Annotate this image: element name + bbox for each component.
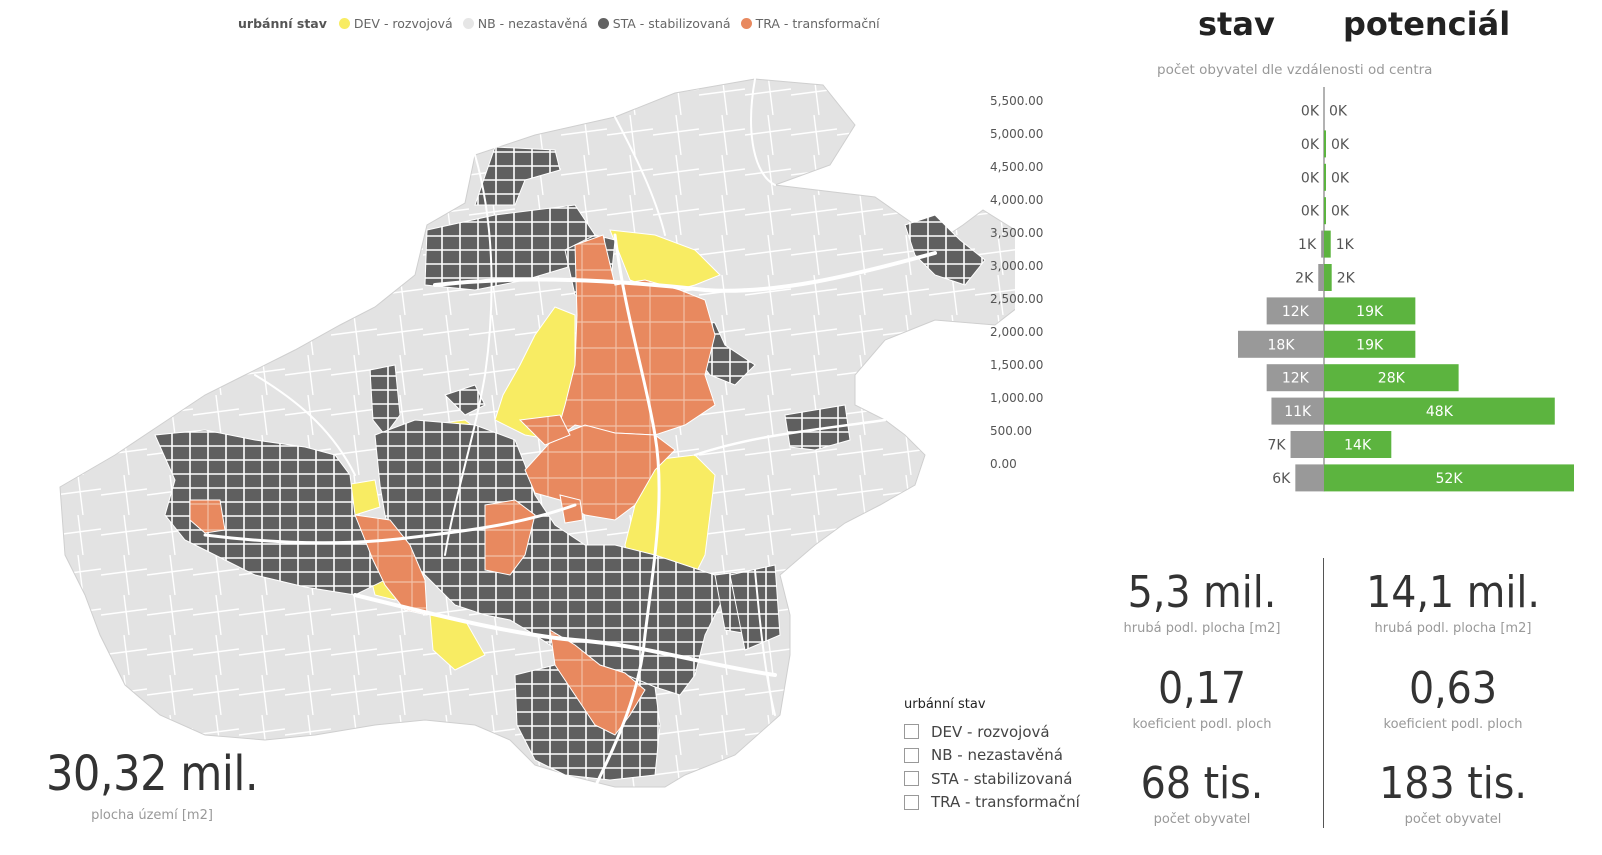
checkbox[interactable] [904, 794, 919, 810]
label-stav: 18K [1268, 337, 1296, 353]
kpi-value: 183 tis. [1379, 758, 1527, 809]
bar-potencial[interactable] [1324, 230, 1331, 258]
label-potencial: 0K [1331, 137, 1350, 153]
bar-potencial[interactable] [1324, 197, 1326, 225]
label-stav: 6K [1272, 471, 1291, 487]
label-potencial: 1K [1336, 237, 1355, 253]
slicer-option-label: NB - nezastavěná [931, 746, 1063, 765]
population-distance-chart[interactable]: 0K 0K 0K 0K 0K 0K 0K 0K 1K 1K 2K 2K 12K 19K 18K 19K 12K 2… [0, 0, 1602, 500]
kpi-value: 14,1 mil. [1366, 567, 1540, 618]
slicer-option-label: STA - stabilizovaná [931, 769, 1073, 788]
label-potencial: 52K [1436, 471, 1464, 487]
slicer-option-sta[interactable]: STA - stabilizovaná [904, 767, 1080, 791]
bar-stav[interactable] [1290, 431, 1324, 458]
bar-potencial[interactable] [1324, 163, 1326, 191]
kpi-label: koeficient podl. ploch [1132, 717, 1272, 732]
kpi-label: hrubá podl. plocha [m2] [1374, 621, 1532, 636]
bar-stav[interactable] [1321, 230, 1324, 258]
slicer-title: urbánní stav [904, 697, 986, 712]
checkbox[interactable] [904, 747, 919, 763]
label-potencial: 14K [1344, 438, 1372, 454]
label-stav: 0K [1301, 104, 1320, 120]
label-potencial: 19K [1356, 337, 1384, 353]
label-stav: 2K [1295, 271, 1314, 287]
bar-stav[interactable] [1295, 464, 1324, 492]
kpi-label: hrubá podl. plocha [m2] [1123, 621, 1281, 636]
label-potencial: 2K [1337, 271, 1356, 287]
label-potencial: 28K [1378, 371, 1406, 387]
kpi-value: 68 tis. [1140, 758, 1264, 809]
urban-state-slicer: urbánní stav DEV - rozvojová NB - nezast… [904, 697, 1080, 814]
label-stav: 0K [1301, 204, 1320, 220]
label-stav: 7K [1267, 438, 1286, 454]
kpi-stav-gfa: 5,3 mil. hrubá podl. plocha [m2] [1082, 567, 1322, 637]
slicer-option-dev[interactable]: DEV - rozvojová [904, 720, 1080, 744]
kpi-stav-far: 0,17 koeficient podl. ploch [1082, 663, 1322, 733]
label-potencial: 48K [1426, 404, 1454, 420]
slicer-option-nb[interactable]: NB - nezastavěná [904, 744, 1080, 768]
kpi-divider [1323, 558, 1324, 828]
label-potencial: 0K [1329, 104, 1348, 120]
kpi-potencial-gfa: 14,1 mil. hrubá podl. plocha [m2] [1333, 567, 1573, 637]
label-stav: 11K [1284, 404, 1312, 420]
label-stav: 12K [1282, 304, 1310, 320]
label-stav: 0K [1301, 137, 1320, 153]
slicer-option-label: DEV - rozvojová [931, 722, 1050, 741]
checkbox[interactable] [904, 771, 919, 787]
label-potencial: 0K [1331, 170, 1350, 186]
kpi-value: 0,63 [1408, 663, 1498, 714]
bar-potencial[interactable] [1324, 264, 1332, 291]
slicer-option-label: TRA - transformační [931, 793, 1080, 812]
kpi-label: počet obyvatel [1404, 812, 1502, 827]
label-stav: 1K [1298, 237, 1317, 253]
kpi-stav-population: 68 tis. počet obyvatel [1082, 758, 1322, 828]
kpi-potencial-far: 0,63 koeficient podl. ploch [1333, 663, 1573, 733]
kpi-label: koeficient podl. ploch [1383, 717, 1523, 732]
slicer-option-tra[interactable]: TRA - transformační [904, 791, 1080, 815]
kpi-value: 0,17 [1157, 663, 1247, 714]
area-kpi-value: 30,32 mil. [45, 746, 259, 802]
area-kpi-label: plocha území [m2] [91, 808, 213, 823]
bar-stav[interactable] [1318, 264, 1324, 291]
bar-potencial[interactable] [1324, 130, 1326, 158]
checkbox[interactable] [904, 724, 919, 740]
label-potencial: 0K [1331, 204, 1350, 220]
kpi-value: 5,3 mil. [1127, 567, 1277, 618]
label-potencial: 19K [1356, 304, 1384, 320]
label-stav: 12K [1282, 371, 1310, 387]
kpi-potencial-population: 183 tis. počet obyvatel [1333, 758, 1573, 828]
label-stav: 0K [1301, 170, 1320, 186]
kpi-label: počet obyvatel [1153, 812, 1251, 827]
